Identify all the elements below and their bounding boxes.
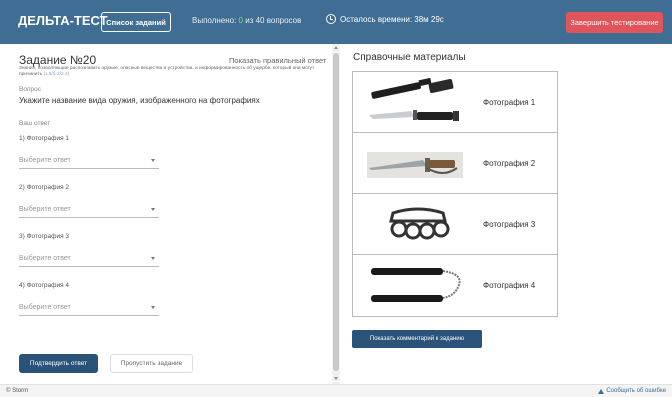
copyright-text: © Storm: [6, 388, 29, 394]
answer-item-label-3: 3) Фотография 3: [19, 233, 70, 240]
references-title: Справочные материалы: [353, 52, 466, 63]
bayonet-knife-icon: [369, 77, 459, 121]
answer-select-placeholder: Выберите ответ: [19, 206, 71, 213]
finish-test-button[interactable]: Завершить тестирование: [566, 12, 663, 33]
task-title: Задание №20: [19, 53, 97, 67]
scroll-down-arrow-icon[interactable]: [334, 377, 338, 380]
show-answer-link[interactable]: Показать правильный ответ: [229, 56, 326, 65]
scrollbar-thumb[interactable]: [333, 53, 339, 371]
knuckle-knife-icon: [367, 152, 463, 178]
answer-item-label-1: 1) Фотография 1: [19, 135, 70, 142]
brass-knuckles-icon: [389, 207, 450, 240]
reference-label-2: Фотография 2: [483, 159, 536, 168]
answer-select-3[interactable]: Выберите ответ: [19, 255, 159, 267]
chevron-down-icon: [151, 257, 155, 260]
timer: Осталось времени: 38м 29с: [326, 14, 444, 24]
tasks-list-button[interactable]: Список заданий: [101, 12, 171, 32]
answer-select-4[interactable]: Выберите ответ: [19, 304, 159, 316]
competence-code: (з.6/б-2/2.4): [42, 72, 70, 77]
answer-select-placeholder: Выберите ответ: [19, 157, 71, 164]
answer-select-placeholder: Выберите ответ: [19, 255, 71, 262]
reference-row: Фотография 1: [353, 72, 557, 133]
show-comment-button[interactable]: Показать комментарий к заданию: [352, 330, 482, 348]
question-label: Вопрос: [19, 86, 41, 93]
chevron-down-icon: [151, 159, 155, 162]
progress-suffix: из 40 вопросов: [243, 16, 302, 25]
warning-icon: [598, 388, 605, 394]
top-bar: ДЕЛЬТА-ТЕСТ Список заданий Выполнено: 0 …: [0, 0, 672, 44]
answer-select-placeholder: Выберите ответ: [19, 304, 71, 311]
skip-task-button[interactable]: Пропустить задание: [110, 354, 193, 373]
confirm-answer-button[interactable]: Подтвердить ответ: [19, 354, 98, 373]
competence-description: Знания, позволяющие распознавать оружие,…: [19, 66, 319, 78]
report-error-link[interactable]: Сообщить об ошибке: [598, 388, 666, 394]
reference-row: Фотография 4: [353, 255, 557, 316]
chevron-down-icon: [151, 306, 155, 309]
reference-label-1: Фотография 1: [483, 98, 536, 107]
question-panel: Задание №20 Показать правильный ответ Зн…: [0, 44, 330, 384]
clock-icon: [326, 14, 336, 24]
brand-logo: ДЕЛЬТА-ТЕСТ: [18, 13, 108, 28]
answer-label: Ваш ответ: [19, 120, 51, 127]
nunchaku-icon: [371, 268, 461, 302]
reference-label-3: Фотография 3: [483, 220, 536, 229]
question-text: Укажите название вида оружия, изображенн…: [19, 96, 260, 105]
report-error-label: Сообщить об ошибке: [606, 388, 666, 394]
references-table: Фотография 1 Фотография 2 Фотография 3 Ф…: [352, 71, 558, 317]
scroll-up-arrow-icon[interactable]: [334, 46, 338, 49]
progress-prefix: Выполнено:: [192, 16, 239, 25]
answer-item-label-4: 4) Фотография 4: [19, 282, 70, 289]
answer-select-1[interactable]: Выберите ответ: [19, 157, 159, 169]
reference-row: Фотография 3: [353, 194, 557, 255]
timer-text: Осталось времени: 38м 29с: [340, 14, 444, 24]
reference-label-4: Фотография 4: [483, 281, 536, 290]
progress-counter: Выполнено: 0 из 40 вопросов: [192, 16, 301, 25]
answer-item-label-2: 2) Фотография 2: [19, 184, 70, 191]
reference-row: Фотография 2: [353, 133, 557, 194]
footer: © Storm Сообщить об ошибке: [0, 384, 672, 397]
answer-select-2[interactable]: Выберите ответ: [19, 206, 159, 218]
chevron-down-icon: [151, 208, 155, 211]
